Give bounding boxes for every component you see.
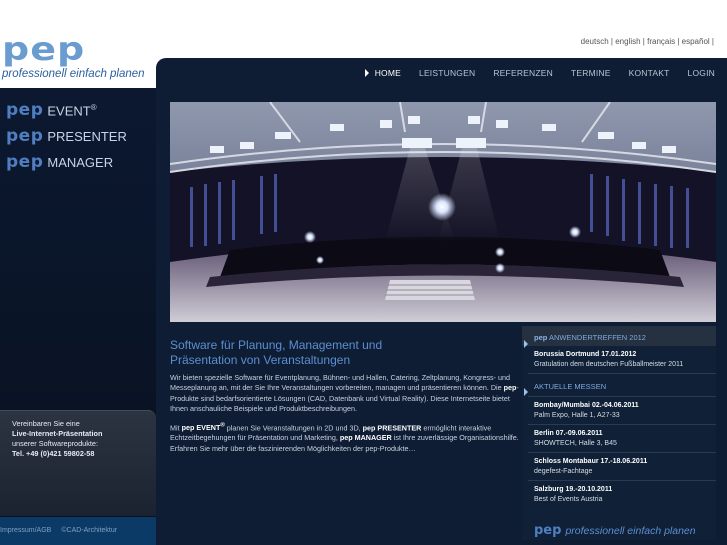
divider xyxy=(528,424,716,425)
nav-leistungen[interactable]: LEISTUNGEN xyxy=(419,68,475,84)
divider xyxy=(528,452,716,453)
footer-left: Impressum/AGB ©CAD-Architektur xyxy=(0,517,156,545)
product-name: MANAGER xyxy=(47,155,114,170)
divider xyxy=(528,373,716,374)
pep-wordmark: pep xyxy=(534,523,562,538)
triangle-right-icon xyxy=(524,340,528,348)
nav-referenzen[interactable]: REFERENZEN xyxy=(493,68,553,84)
pep-wordmark: pep xyxy=(6,152,44,172)
contact-box: Vereinbaren Sie eine Live-Internet-Präse… xyxy=(0,410,156,516)
contact-phone: Tel. +49 (0)421 59802-58 xyxy=(12,449,95,458)
nav-home[interactable]: HOME xyxy=(364,68,401,84)
nav-login[interactable]: LOGIN xyxy=(688,68,715,84)
product-link-presenter[interactable]: pep PRESENTER xyxy=(6,126,127,146)
stage-image xyxy=(170,102,716,322)
main-nav: HOME LEISTUNGEN REFERENZEN TERMINE KONTA… xyxy=(364,68,727,84)
copyright-link[interactable]: ©CAD-Architektur xyxy=(61,527,117,545)
product-link-manager[interactable]: pep MANAGER xyxy=(6,152,113,172)
arrow-right-icon xyxy=(364,69,369,77)
lang-link-deutsch[interactable]: deutsch xyxy=(581,37,609,46)
contact-line: unserer Softwareprodukte: xyxy=(12,439,98,448)
contact-line: Vereinbaren Sie eine xyxy=(12,419,80,428)
triangle-right-icon xyxy=(524,388,528,396)
news-header[interactable]: pep ANWENDERTREFFEN 2012 xyxy=(522,326,716,348)
divider xyxy=(528,480,716,481)
lang-link-francais[interactable]: français xyxy=(647,37,675,46)
main-panel: HOME LEISTUNGEN REFERENZEN TERMINE KONTA… xyxy=(156,58,727,545)
event-item[interactable]: Salzburg 19.-20.10.2011 Best of Events A… xyxy=(522,485,716,504)
section-aktuelle-messen[interactable]: AKTUELLE MESSEN xyxy=(522,378,716,396)
page-headline: Software für Planung, Management und Prä… xyxy=(170,338,383,367)
product-name: PRESENTER xyxy=(47,129,127,144)
intro-text: Wir bieten spezielle Software für Eventp… xyxy=(170,373,520,460)
products-paragraph: Mit pep EVENT® planen Sie Veranstaltunge… xyxy=(170,422,519,453)
product-link-event[interactable]: pep EVENT® xyxy=(6,100,97,120)
pep-wordmark: pep xyxy=(6,126,44,146)
pep-wordmark: pep xyxy=(6,100,44,120)
language-selector: deutsch | english | français | español | xyxy=(580,37,714,46)
footer-brand: pep professionell einfach planen xyxy=(534,523,696,538)
registered-mark: ® xyxy=(90,102,97,112)
logo[interactable]: pep xyxy=(2,33,85,65)
lang-link-english[interactable]: english xyxy=(615,37,640,46)
divider xyxy=(528,396,716,397)
lang-link-espanol[interactable]: español xyxy=(682,37,710,46)
event-item[interactable]: Berlin 07.-09.06.2011 SHOWTECH, Halle 3,… xyxy=(522,429,716,448)
intro-paragraph: Wir bieten spezielle Software für Eventp… xyxy=(170,373,519,414)
event-item[interactable]: Bombay/Mumbai 02.-04.06.2011 Palm Expo, … xyxy=(522,401,716,420)
product-name: EVENT xyxy=(47,103,91,118)
nav-termine[interactable]: TERMINE xyxy=(571,68,611,84)
impressum-link[interactable]: Impressum/AGB xyxy=(0,527,51,545)
news-item[interactable]: Borussia Dortmund 17.01.2012 Gratulation… xyxy=(522,350,716,369)
news-column: pep ANWENDERTREFFEN 2012 Borussia Dortmu… xyxy=(522,326,716,540)
footer-tagline: professionell einfach planen xyxy=(565,525,696,537)
nav-kontakt[interactable]: KONTAKT xyxy=(629,68,670,84)
event-item[interactable]: Schloss Montabaur 17.-18.06.2011 degefes… xyxy=(522,457,716,476)
logo-area[interactable]: pep professionell einfach planen xyxy=(0,0,156,88)
logo-tagline: professionell einfach planen xyxy=(2,68,145,80)
contact-line: Live-Internet-Präsentation xyxy=(12,429,103,438)
